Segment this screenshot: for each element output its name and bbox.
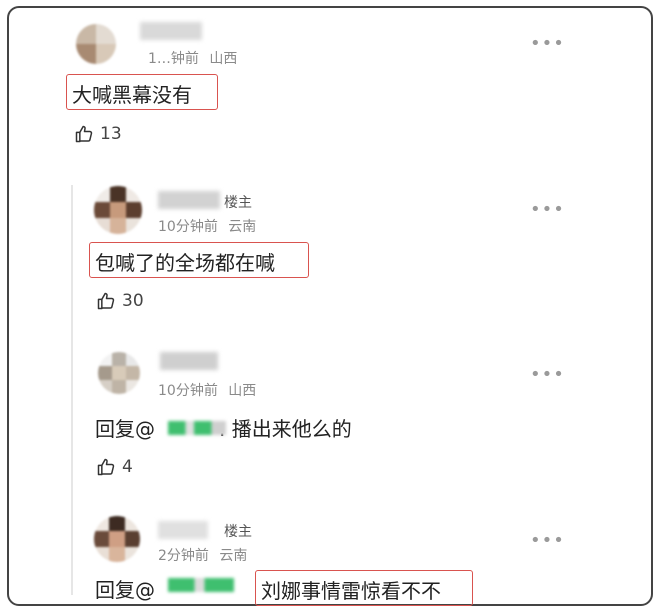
avatar[interactable]: [94, 186, 142, 234]
more-dots-icon[interactable]: •••: [530, 364, 565, 385]
like-button[interactable]: 30: [96, 291, 144, 311]
mention-blur-mark: [168, 578, 234, 592]
like-button[interactable]: 13: [74, 124, 122, 144]
comment-text: 大喊黑幕没有: [72, 83, 192, 107]
like-count: 13: [100, 124, 122, 144]
thumbs-up-icon: [96, 291, 116, 311]
comment-time: 1…钟前: [148, 51, 199, 67]
comment-time: 2分钟前: [158, 548, 209, 564]
comment-location: 云南: [228, 219, 257, 235]
more-dots-icon[interactable]: •••: [530, 530, 565, 551]
comment-meta: 10分钟前 山西: [158, 380, 256, 400]
comment-location: 云南: [219, 548, 248, 564]
more-dots-icon[interactable]: •••: [530, 33, 565, 54]
reply-rest: . 播出来他么的: [219, 417, 352, 441]
avatar[interactable]: [98, 352, 140, 394]
comment-time: 10分钟前: [158, 383, 218, 399]
host-tag: 楼主: [224, 524, 252, 540]
username-blurred[interactable]: [158, 521, 208, 539]
like-button[interactable]: 4: [96, 457, 133, 477]
thumbs-up-icon: [74, 124, 94, 144]
comment-location: 山西: [209, 51, 238, 67]
reply-prefix: 回复@: [95, 417, 155, 441]
comment-location: 山西: [228, 383, 257, 399]
comment-meta: 10分钟前 云南: [158, 216, 256, 236]
mention-blur-mark: [168, 421, 226, 435]
username-blurred[interactable]: [158, 191, 220, 209]
boxed-reply-text: 刘娜事情雷惊看不不: [261, 579, 441, 603]
like-count: 30: [122, 291, 144, 311]
comment-text: 回复@: [95, 574, 155, 603]
thumbs-up-icon: [96, 457, 116, 477]
avatar[interactable]: [94, 516, 140, 562]
comment-meta: 1…钟前 山西: [148, 48, 237, 68]
comment-text: 包喊了的全场都在喊: [95, 251, 275, 275]
more-dots-icon[interactable]: •••: [530, 199, 565, 220]
reply-thread-line: [71, 185, 73, 595]
like-count: 4: [122, 457, 133, 477]
username-blurred[interactable]: [160, 352, 218, 370]
comment-meta: 2分钟前 云南: [158, 545, 247, 565]
avatar[interactable]: [76, 24, 116, 64]
username-blurred[interactable]: [140, 22, 202, 40]
host-tag: 楼主: [224, 195, 252, 211]
comment-time: 10分钟前: [158, 219, 218, 235]
reply-prefix: 回复@: [95, 578, 155, 602]
